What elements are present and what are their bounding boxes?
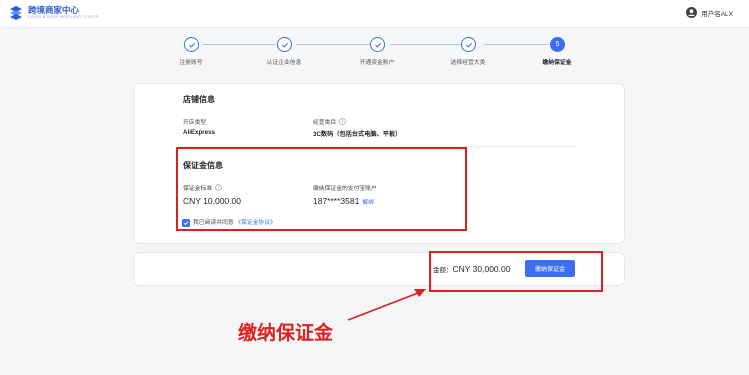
payment-highlight-box — [429, 251, 603, 292]
step-connector — [296, 44, 370, 45]
deposit-highlight-box — [176, 147, 467, 231]
step-label: 缴纳保证金 — [542, 60, 572, 66]
step-3-check-icon — [370, 37, 385, 52]
category-label-text: 经营类目 — [313, 120, 337, 126]
category-value: 3C数码（包括台式电脑、平板） — [313, 131, 402, 138]
user-avatar-icon — [686, 7, 698, 18]
store-type-label: 开店类型 — [183, 117, 206, 126]
logo-icon — [10, 6, 22, 20]
step-2-check-icon — [277, 37, 292, 52]
step-connector — [390, 44, 464, 45]
category-label: 经营类目 ? — [313, 117, 346, 126]
step-5-current: 5 — [550, 37, 565, 52]
logo-title: 跨境商家中心 — [28, 5, 80, 15]
user-menu[interactable]: 用户名ALX — [686, 7, 733, 18]
store-type-label-text: 开店类型 — [183, 120, 207, 126]
step-label: 注册账号 — [179, 60, 203, 66]
step-label: 选择经营大类 — [450, 60, 486, 66]
help-icon[interactable]: ? — [339, 118, 346, 125]
step-connector — [484, 44, 549, 45]
step-4-check-icon — [461, 37, 476, 52]
top-header: 跨境商家中心 CROSS-BORDER MERCHANT CENTER 用户名A… — [0, 0, 749, 28]
step-number: 5 — [555, 41, 560, 48]
store-info-title: 店铺信息 — [183, 95, 215, 104]
logo[interactable]: 跨境商家中心 CROSS-BORDER MERCHANT CENTER — [8, 5, 98, 21]
step-connector — [203, 44, 276, 45]
username: 用户名ALX — [701, 10, 733, 18]
step-1-check-icon — [184, 37, 199, 52]
annotation-text: 缴纳保证金 — [238, 322, 334, 344]
step-label: 认证企业信息 — [266, 60, 302, 66]
progress-steps: 5 注册账号 认证企业信息 开通资金账户 选择经营大类 缴纳保证金 — [160, 34, 600, 68]
step-label: 开通资金账户 — [359, 60, 395, 66]
store-type-value: AliExpress — [183, 129, 215, 136]
logo-subtitle: CROSS-BORDER MERCHANT CENTER — [28, 15, 99, 19]
